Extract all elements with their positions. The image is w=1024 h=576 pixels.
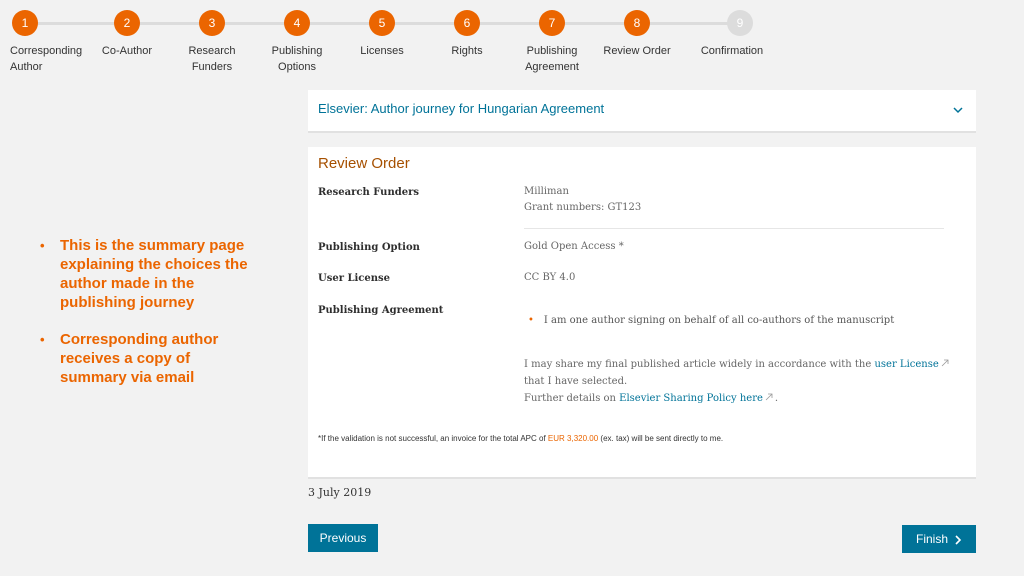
progress-stepper: 1 Corresponding Author 2 Co-Author 3 Res… <box>0 0 1024 80</box>
sharing-policy-link[interactable]: Elsevier Sharing Policy here <box>619 393 763 404</box>
bullet-icon: • <box>528 315 534 326</box>
note-item: This is the summary page explaining the … <box>40 236 250 312</box>
step-label: Publishing Options <box>271 45 323 73</box>
chevron-right-icon <box>955 535 962 545</box>
share-text: that I have selected. <box>524 376 628 387</box>
step-label: Rights <box>451 45 483 57</box>
publishing-option-value: Gold Open Access * <box>524 241 624 252</box>
previous-button[interactable]: Previous <box>308 524 378 552</box>
user-license-value: CC BY 4.0 <box>524 272 576 283</box>
funder-name: Milliman <box>524 186 569 197</box>
step-label: Licenses <box>360 45 404 57</box>
share-text: . <box>774 393 779 404</box>
step-number: 1 <box>12 10 38 36</box>
research-funders-label: Research Funders <box>318 187 419 198</box>
user-license-link[interactable]: user License <box>874 359 938 370</box>
step-4[interactable]: 4 Publishing Options <box>252 10 342 75</box>
step-number: 6 <box>454 10 480 36</box>
step-number: 4 <box>284 10 310 36</box>
validation-footnote: *If the validation is not successful, an… <box>318 434 723 443</box>
step-7[interactable]: 7 Publishing Agreement <box>507 10 597 75</box>
step-number: 2 <box>114 10 140 36</box>
journey-title: Elsevier: Author journey for Hungarian A… <box>318 101 605 116</box>
publishing-option-label: Publishing Option <box>318 242 420 253</box>
finish-label: Finish <box>915 532 948 546</box>
publishing-agreement-label: Publishing Agreement <box>318 305 444 316</box>
previous-label: Previous <box>319 531 367 545</box>
step-label: Review Order <box>603 45 671 57</box>
external-link-icon <box>765 393 773 401</box>
footnote-text: (ex. tax) will be sent directly to me. <box>600 434 724 443</box>
step-number: 3 <box>199 10 225 36</box>
apc-amount: EUR 3,320.00 <box>547 434 599 443</box>
grant-numbers: Grant numbers: GT123 <box>524 202 642 213</box>
review-order-card: Review Order Research Funders Milliman G… <box>308 147 976 479</box>
step-2[interactable]: 2 Co-Author <box>82 10 172 59</box>
step-8[interactable]: 8 Review Order <box>592 10 682 59</box>
step-3[interactable]: 3 Research Funders <box>167 10 257 75</box>
step-number: 9 <box>727 10 753 36</box>
footnote-text: *If the validation is not successful, an… <box>318 434 546 443</box>
step-label: Co-Author <box>101 45 153 57</box>
step-label: Research Funders <box>188 45 236 73</box>
finish-button[interactable]: Finish <box>902 525 976 553</box>
summary-notes: This is the summary page explaining the … <box>40 236 250 405</box>
share-text: Further details on <box>524 393 616 404</box>
research-funders-value: Milliman Grant numbers: GT123 <box>524 184 641 216</box>
divider <box>524 228 944 229</box>
step-number: 8 <box>624 10 650 36</box>
step-label: Corresponding Author <box>10 45 83 73</box>
step-number: 7 <box>539 10 565 36</box>
chevron-down-icon[interactable] <box>952 104 964 116</box>
external-link-icon <box>941 359 949 367</box>
journey-dropdown[interactable]: Elsevier: Author journey for Hungarian A… <box>308 90 976 133</box>
step-number: 5 <box>369 10 395 36</box>
review-title: Review Order <box>318 155 410 172</box>
order-date: 3 July 2019 <box>308 486 372 499</box>
share-text: I may share my final published article w… <box>524 359 872 370</box>
user-license-label: User License <box>318 273 391 284</box>
step-5[interactable]: 5 Licenses <box>337 10 427 59</box>
step-1[interactable]: 1 Corresponding Author <box>10 10 90 75</box>
agreement-text: I am one author signing on behalf of all… <box>543 315 895 326</box>
step-label: Publishing Agreement <box>525 45 579 73</box>
agreement-bullet: • I am one author signing on behalf of al… <box>524 315 894 326</box>
step-9: 9 Confirmation <box>695 10 785 59</box>
step-6[interactable]: 6 Rights <box>422 10 512 59</box>
note-item: Corresponding author receives a copy of … <box>40 330 250 387</box>
step-label: Confirmation <box>700 45 764 57</box>
sharing-text: I may share my final published article w… <box>524 356 964 407</box>
